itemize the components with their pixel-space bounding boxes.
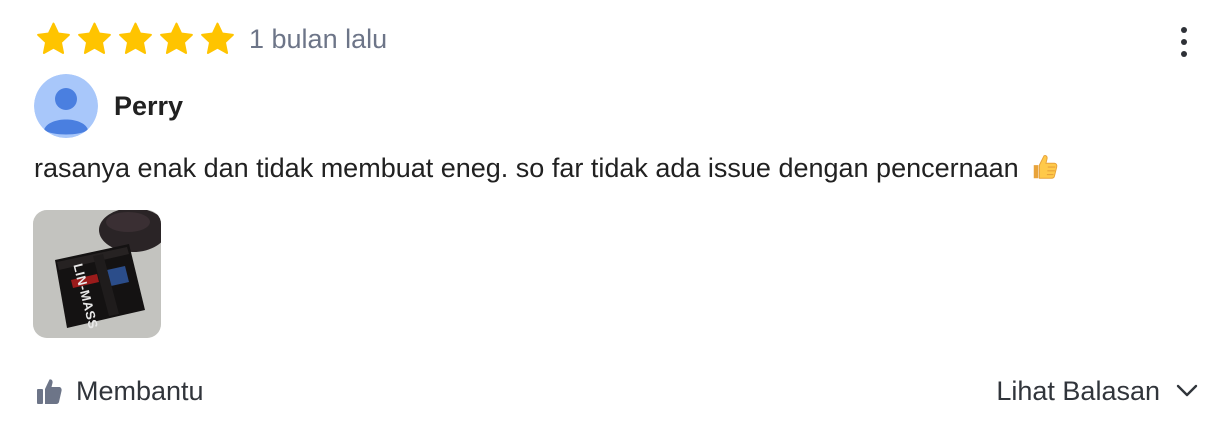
- chevron-down-icon: [1176, 384, 1198, 397]
- star-icon: [160, 22, 193, 54]
- view-replies-button[interactable]: Lihat Balasan: [996, 376, 1200, 407]
- avatar[interactable]: [34, 74, 98, 138]
- review-text: rasanya enak dan tidak membuat eneg. so …: [34, 153, 1019, 183]
- view-replies-label: Lihat Balasan: [996, 375, 1160, 406]
- review-photo[interactable]: LIN-MASS: [33, 210, 161, 338]
- star-icon: [201, 22, 234, 54]
- review-text-block: rasanya enak dan tidak membuat eneg. so …: [34, 148, 1060, 188]
- helpful-button[interactable]: Membantu: [34, 376, 204, 407]
- star-icon: [37, 22, 70, 54]
- star-icon: [119, 22, 152, 54]
- thumbs-up-emoji-icon: [1033, 155, 1058, 179]
- more-options-button[interactable]: [1168, 20, 1200, 64]
- helpful-label: Membantu: [76, 375, 204, 406]
- rating-stars: [34, 20, 237, 59]
- reviewer-name[interactable]: Perry: [114, 91, 183, 122]
- more-vertical-icon-dot: [1181, 39, 1187, 45]
- star-icon: [78, 22, 111, 54]
- thumbs-up-icon: [37, 379, 62, 404]
- review-time: 1 bulan lalu: [249, 24, 388, 54]
- review-header: 1 bulan lalu: [34, 20, 387, 59]
- more-vertical-icon: [1181, 27, 1187, 33]
- reviewer-info: Perry: [34, 74, 183, 138]
- review-actions: Membantu Lihat Balasan: [34, 370, 1200, 412]
- more-vertical-icon-dot: [1181, 51, 1187, 57]
